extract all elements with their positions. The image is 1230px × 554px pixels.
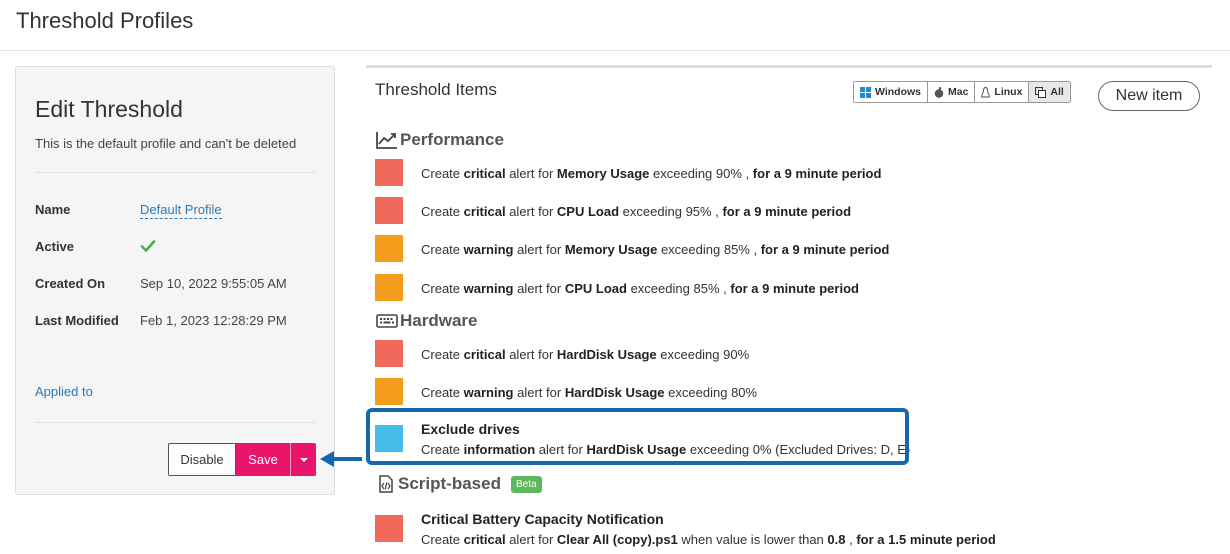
item-description: Create critical alert for Memory Usage e…	[421, 166, 882, 181]
os-filter-linux[interactable]: Linux	[975, 82, 1030, 102]
severity-swatch	[375, 274, 403, 301]
threshold-item[interactable]: Create critical alert for CPU Load excee…	[375, 197, 1195, 225]
divider	[35, 172, 315, 173]
threshold-item[interactable]: Create warning alert for Memory Usage ex…	[375, 235, 1195, 263]
edit-threshold-panel: Edit Threshold This is the default profi…	[15, 66, 335, 495]
severity-swatch	[375, 378, 403, 405]
section-performance: Performance	[376, 130, 504, 150]
os-filter: Windows Mac Linux All	[853, 81, 1071, 103]
highlight-box	[366, 408, 909, 465]
threshold-item[interactable]: Create critical alert for HardDisk Usage…	[375, 340, 1195, 368]
page-title: Threshold Profiles	[16, 8, 194, 33]
os-filter-label: Windows	[875, 86, 921, 98]
threshold-item[interactable]: Create warning alert for CPU Load exceed…	[375, 274, 1195, 302]
os-filter-all[interactable]: All	[1029, 82, 1070, 102]
severity-swatch	[375, 235, 403, 262]
item-description: Create warning alert for HardDisk Usage …	[421, 385, 758, 400]
profile-name-link[interactable]: Default Profile	[140, 202, 222, 219]
threshold-item-battery[interactable]: Critical Battery Capacity Notification C…	[375, 511, 1195, 549]
threshold-items-panel: Threshold Items Windows Mac Linux All Ne…	[366, 65, 1212, 554]
item-description: Create critical alert for CPU Load excee…	[421, 204, 852, 219]
windows-icon	[860, 86, 871, 98]
section-title: Performance	[400, 130, 504, 149]
section-hardware: Hardware	[376, 311, 477, 331]
disable-button[interactable]: Disable	[168, 443, 236, 476]
edit-panel-title: Edit Threshold	[35, 96, 183, 122]
os-filter-label: Mac	[947, 86, 969, 98]
threshold-item[interactable]: Create warning alert for HardDisk Usage …	[375, 378, 1195, 406]
threshold-item[interactable]: Create critical alert for Memory Usage e…	[375, 159, 1195, 187]
modified-value: Feb 1, 2023 12:28:29 PM	[140, 313, 287, 328]
item-name: Critical Battery Capacity Notification	[421, 511, 664, 527]
created-label: Created On	[35, 276, 106, 291]
code-file-icon	[379, 475, 393, 493]
item-description: Create critical alert for Clear All (cop…	[421, 532, 996, 547]
os-filter-label: Linux	[994, 86, 1023, 98]
save-button[interactable]: Save	[236, 443, 290, 476]
beta-badge: Beta	[510, 475, 542, 493]
chart-line-icon	[376, 132, 397, 149]
copy-icon	[1035, 86, 1047, 98]
applied-to-link[interactable]: Applied to	[35, 384, 93, 399]
item-description: Create warning alert for Memory Usage ex…	[421, 242, 890, 257]
check-icon	[140, 240, 156, 252]
divider	[35, 422, 315, 423]
save-dropdown-button[interactable]	[290, 443, 316, 476]
os-filter-mac[interactable]: Mac	[927, 82, 976, 102]
section-script-based: Script-based Beta	[376, 474, 542, 494]
name-label: Name	[35, 202, 71, 217]
page-header: Threshold Profiles	[0, 0, 1230, 51]
os-filter-label: All	[1050, 86, 1064, 98]
keyboard-icon	[376, 314, 398, 328]
new-item-button[interactable]: New item	[1098, 81, 1200, 111]
callout-arrow-icon	[320, 451, 362, 467]
section-title: Hardware	[400, 311, 478, 330]
os-filter-windows[interactable]: Windows	[854, 82, 928, 102]
linux-icon	[981, 86, 991, 97]
severity-swatch	[375, 159, 403, 186]
section-title: Script-based	[398, 474, 501, 493]
name-value[interactable]: Default Profile	[140, 202, 222, 219]
severity-swatch	[375, 197, 403, 224]
severity-swatch	[375, 515, 403, 542]
created-value: Sep 10, 2022 9:55:05 AM	[140, 276, 287, 291]
edit-panel-subtitle: This is the default profile and can't be…	[35, 136, 297, 151]
items-title: Threshold Items	[375, 80, 497, 99]
severity-swatch	[375, 340, 403, 367]
apple-icon	[934, 86, 944, 98]
active-label: Active	[35, 239, 75, 254]
item-description: Create critical alert for HardDisk Usage…	[421, 347, 750, 362]
modified-label: Last Modified	[35, 313, 119, 328]
item-description: Create warning alert for CPU Load exceed…	[421, 281, 859, 296]
